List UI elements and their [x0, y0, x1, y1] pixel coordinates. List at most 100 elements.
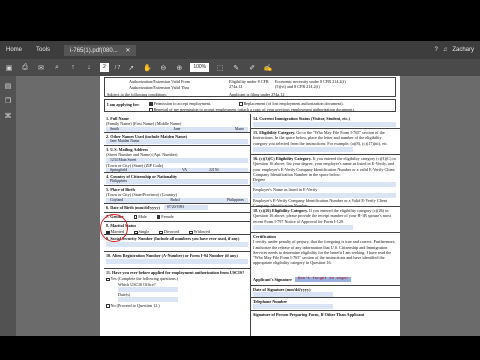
- certification-text: I certify, under penalty of perjury, tha…: [253, 239, 396, 266]
- q9-field[interactable]: [106, 242, 248, 248]
- q9-label: 9. Social Security Number (Include all n…: [106, 236, 240, 241]
- q7-female-label: Female: [161, 214, 174, 219]
- zoom-out-icon[interactable]: ⊖: [158, 63, 168, 73]
- highlight-icon[interactable]: ✐: [247, 63, 257, 73]
- q2-field[interactable]: Jane Maiden Name: [106, 139, 248, 145]
- document-tab-label: i-765(1).pdf(080...: [70, 47, 118, 54]
- letterbox-bottom: [0, 336, 480, 360]
- q16-stem-category: 16. (c)(3)(C) Eligibility Category. If y…: [253, 156, 396, 208]
- q1-first-name[interactable]: Jane: [174, 127, 181, 132]
- q1-middle-name[interactable]: Marie: [235, 127, 244, 132]
- admin-econ: Economic necessity under 8 CFR 214.2(f)(…: [275, 79, 346, 90]
- divider: [104, 251, 250, 252]
- menu-bar: Home Tools i-765(1).pdf(080... ✕ ? ♫ Zac…: [0, 41, 480, 59]
- q10-field[interactable]: [106, 259, 248, 265]
- divider: [250, 285, 400, 286]
- q5-province[interactable]: Bohol: [170, 198, 179, 203]
- bookmark-icon[interactable]: ❐: [3, 97, 13, 106]
- q11-dates-field[interactable]: [118, 297, 178, 302]
- prev-page-icon[interactable]: ↑: [68, 63, 78, 73]
- user-name[interactable]: Zachary: [452, 47, 474, 53]
- q11-no-option[interactable]: No (Proceed to Question 12.): [106, 303, 248, 308]
- divider: [250, 206, 400, 207]
- sign-icon[interactable]: ✍: [263, 63, 273, 73]
- pages-icon[interactable]: ▤: [3, 82, 13, 91]
- q15-field[interactable]: [253, 146, 353, 152]
- help-icon[interactable]: ?: [434, 47, 437, 53]
- q1-name-fields[interactable]: Smith Jane Marie: [106, 126, 248, 132]
- q14-field[interactable]: [253, 122, 396, 128]
- q7-male-option[interactable]: Male: [133, 214, 147, 219]
- divider: [104, 185, 250, 186]
- document-viewport[interactable]: Authorization/Extension Valid From Autho…: [16, 76, 480, 336]
- hand-icon[interactable]: ✋: [142, 63, 152, 73]
- tab-document[interactable]: i-765(1).pdf(080... ✕: [64, 44, 137, 56]
- comment-icon[interactable]: ✎: [231, 63, 241, 73]
- q9-ssn: 9. Social Security Number (Include all n…: [106, 236, 248, 248]
- page-total: / 7: [114, 64, 121, 71]
- telephone-row: Telephone Number: [253, 299, 396, 310]
- q10-label: 10. Alien Registration Number (A-Number)…: [106, 253, 238, 258]
- q14-label: 14. Current Immigration Status (Visitor,…: [253, 116, 350, 121]
- q5-place-of-birth: 5. Place of Birth (Town or City) (State/…: [106, 187, 248, 203]
- divider: [104, 268, 250, 269]
- bell-icon[interactable]: ♫: [443, 47, 448, 53]
- close-icon[interactable]: ✕: [125, 48, 130, 54]
- admin-elig: Eligibility under 8 CFR 274a.12: [229, 79, 269, 90]
- print-icon[interactable]: ⎙: [20, 63, 30, 73]
- admin-valid-thru: Authorization/Extension Valid Thru: [129, 85, 190, 90]
- q5-city[interactable]: Cityland: [110, 198, 123, 203]
- q16-label: 16. (c)(3)(C) Eligibility Category.: [253, 156, 312, 161]
- next-page-icon[interactable]: ↓: [84, 63, 94, 73]
- q15-eligibility: 15. Eligibility Category. Go to the "Who…: [253, 130, 396, 152]
- tab-home[interactable]: Home: [6, 47, 22, 53]
- q1-family-name[interactable]: Smith: [110, 127, 119, 132]
- select-icon[interactable]: ➚: [126, 63, 136, 73]
- telephone-field[interactable]: [253, 304, 333, 310]
- q5-fields[interactable]: Cityland Bohol Philippines: [106, 197, 248, 203]
- q18-field[interactable]: [253, 224, 353, 230]
- page-number-input[interactable]: 2: [100, 63, 109, 72]
- zoom-in-icon[interactable]: ⊕: [174, 63, 184, 73]
- signature-label: Applicant's Signature: [253, 277, 292, 282]
- divider: [104, 172, 250, 173]
- fit-page-icon[interactable]: ⬚: [215, 63, 225, 73]
- apply-option-replacement-label: Replacement (of lost employment authoriz…: [243, 101, 344, 106]
- signature-row: Applicant's Signature Don't forget to si…: [253, 277, 396, 283]
- divider: [104, 132, 250, 133]
- q5-country[interactable]: Philippines: [227, 198, 244, 203]
- q6-dob: 6. Date of Birth (mm/dd/yyyy) 07/20/1983: [106, 205, 248, 211]
- certification-section: Certification I certify, under penalty o…: [253, 234, 396, 266]
- q1-full-name: 1. Full Name (Family Name) (First Name) …: [106, 116, 248, 132]
- apply-option-replacement[interactable]: Replacement (of lost employment authoriz…: [239, 101, 344, 106]
- divider: [250, 154, 400, 155]
- left-navigation: ▤ ❐ ⌘: [0, 76, 16, 336]
- q2-other-names: 2. Other Names Used (include Maiden Name…: [106, 134, 248, 145]
- column-divider: [250, 114, 251, 336]
- q18-label: 18. (c)(26) Eligibility Category.: [253, 208, 309, 213]
- q18-h1b-spouse: 18. (c)(26) Eligibility Category. If you…: [253, 208, 396, 230]
- apply-option-permission[interactable]: Permission to accept employment.: [149, 101, 211, 106]
- divider: [104, 203, 250, 204]
- admin-filing: Applicant is filing under 274a.12: [229, 92, 285, 97]
- q6-field[interactable]: 07/20/1983: [163, 205, 208, 211]
- mail-icon[interactable]: ✉: [36, 63, 46, 73]
- red-annotation-circle: [100, 214, 128, 242]
- save-icon[interactable]: ▣: [4, 63, 14, 73]
- q15-label: 15. Eligibility Category.: [253, 130, 296, 135]
- applying-for-box: I am applying for: Permission to accept …: [104, 99, 396, 112]
- zoom-input[interactable]: 100%: [190, 63, 210, 72]
- q11-yes-label: Yes (Complete the following questions.): [110, 276, 179, 282]
- q11-label: 11. Have you ever before applied for emp…: [106, 270, 245, 275]
- search-icon[interactable]: ⌕: [52, 63, 62, 73]
- menu-right: ? ♫ Zachary: [434, 47, 474, 53]
- attachment-icon[interactable]: ⌘: [3, 112, 13, 121]
- admin-subject: Subject to the following conditions:: [107, 92, 168, 97]
- preparer-label: Signature of Person Preparing Form, If O…: [253, 312, 365, 317]
- q7-female-option[interactable]: Female: [156, 214, 174, 219]
- apply-option-renewal[interactable]: Renewal of my permission to accept emplo…: [149, 107, 355, 112]
- divider: [104, 145, 250, 146]
- q4-field[interactable]: Philippines: [106, 179, 248, 185]
- signature-reminder[interactable]: Don't forget to sign!: [294, 277, 352, 283]
- tab-tools[interactable]: Tools: [36, 47, 50, 53]
